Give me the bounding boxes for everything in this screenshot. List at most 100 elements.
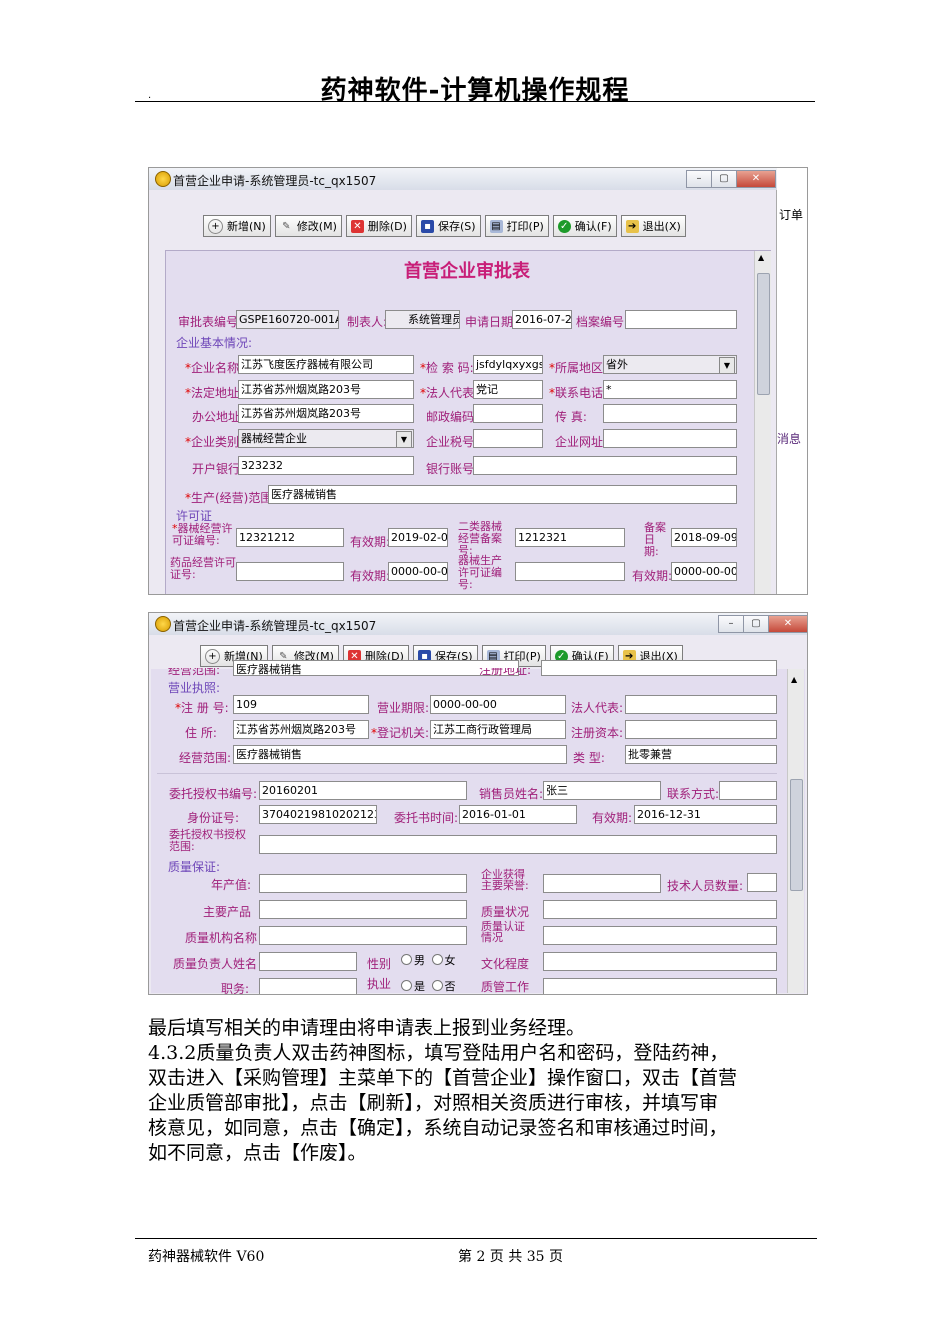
drug-license-field[interactable] [236, 562, 344, 581]
scroll-up-arrow-icon[interactable]: ▲ [791, 675, 797, 684]
radio-male[interactable] [401, 954, 412, 965]
biz-term-field[interactable]: 0000-00-00 [430, 695, 566, 714]
maximize-button[interactable]: ▢ [743, 615, 769, 633]
main-products-label: 主要产品 [203, 905, 252, 919]
education-field[interactable] [543, 952, 777, 971]
delete-button[interactable]: ✕ 删除(D) [345, 215, 412, 237]
region-select[interactable]: 省外 ▼ [603, 355, 737, 374]
section-basic-info: 企业基本情况: [176, 336, 253, 350]
website-field[interactable] [603, 429, 737, 448]
maximize-button[interactable]: ▢ [711, 170, 737, 188]
bank-account-field[interactable] [473, 456, 737, 475]
auth-book-no-field[interactable]: 20160201 [259, 781, 467, 800]
legal-address-field[interactable]: 江苏省苏州烟岚路203号 [238, 380, 414, 399]
production-valid-field[interactable]: 0000-00-00 [671, 562, 737, 581]
edit-button[interactable]: ✎ 修改(M) [274, 215, 342, 237]
quality-work-field[interactable] [543, 978, 777, 994]
zip-field[interactable] [473, 404, 543, 423]
license-valid-label: 有效期: [350, 535, 391, 549]
company-name-field[interactable]: 江苏飞度医疗器械有限公司 [238, 355, 414, 374]
reg-capital-field[interactable] [625, 720, 777, 739]
tech-count-field[interactable] [747, 873, 777, 892]
quality-org-field[interactable] [259, 926, 467, 945]
website-label: 企业网址: [555, 435, 608, 449]
auth-scope-label: 委托授权书授权范围: [169, 828, 246, 853]
radio-no[interactable] [431, 980, 443, 991]
clipped-reg-address-field[interactable] [541, 660, 777, 676]
license-valid-field[interactable]: 2019-02-06 [388, 528, 448, 547]
phone-field[interactable]: * [603, 380, 737, 399]
scroll-up-arrow-icon[interactable]: ▲ [758, 253, 764, 262]
radio-female[interactable] [431, 954, 443, 965]
gender-label: 性别 [367, 957, 392, 971]
vertical-scrollbar[interactable]: ▲ [754, 251, 771, 594]
main-products-field[interactable] [259, 900, 467, 919]
close-button[interactable]: ✕ [736, 170, 776, 188]
residence-label: 住 所: [185, 726, 217, 740]
clipped-scope-field[interactable]: 医疗器械销售 [233, 660, 519, 676]
reg-authority-label: 登记机关: [371, 724, 429, 741]
bank-label: 开户银行: [192, 462, 245, 476]
minimize-button[interactable]: – [686, 170, 712, 188]
biz-type-field[interactable]: 批零兼营 [625, 745, 777, 764]
company-type-select[interactable]: 器械经营企业 ▼ [238, 429, 414, 448]
archive-no-field[interactable] [625, 310, 737, 329]
new-button[interactable]: + 新增(N) [203, 215, 271, 237]
id-no-field[interactable]: 370402198102021234 [259, 805, 377, 824]
quality-person-field[interactable] [259, 952, 357, 971]
reg-authority-field[interactable]: 江苏工商行政管理局 [430, 720, 566, 739]
vertical-scrollbar[interactable]: ▲ [787, 669, 804, 993]
minimize-button[interactable]: – [718, 615, 744, 633]
quality-org-label: 质量机构名称 [185, 931, 258, 945]
biz-scope-field[interactable]: 医疗器械销售 [233, 745, 567, 764]
radio-yes[interactable] [401, 980, 412, 991]
salesperson-field[interactable]: 张三 [543, 781, 661, 800]
office-address-field[interactable]: 江苏省苏州烟岚路203号 [238, 404, 414, 423]
production-license-field[interactable] [515, 562, 625, 581]
hand-edit-icon: ✎ [282, 220, 291, 232]
legal-rep-field[interactable]: 党记 [473, 380, 543, 399]
chevron-down-icon[interactable]: ▼ [396, 431, 412, 447]
approval-no-field[interactable]: GSPE160720-001A [236, 310, 339, 329]
device-license-field[interactable]: 12321212 [236, 528, 344, 547]
bank-field[interactable]: 323232 [238, 456, 414, 475]
record-date-field[interactable]: 2018-09-09 [671, 528, 737, 547]
quality-status-field[interactable] [543, 900, 777, 919]
save-button[interactable]: ▪ 保存(S) [415, 215, 481, 237]
legal-address-label: 法定地址: [185, 384, 243, 401]
auth-scope-field[interactable] [259, 835, 777, 854]
apply-date-field[interactable]: 2016-07-20 [512, 310, 572, 329]
confirm-button[interactable]: ✓ 确认(F) [552, 215, 617, 237]
window-titlebar: 首营企业申请-系统管理员-tc_qx1507 – ▢ ✕ [149, 168, 777, 190]
tax-no-field[interactable] [473, 429, 543, 448]
reg-no-field[interactable]: 109 [233, 695, 369, 714]
fax-field[interactable] [603, 404, 737, 423]
exit-button[interactable]: ➔ 退出(X) [620, 215, 686, 237]
auth-book-no-label: 委托授权书编号: [169, 787, 258, 801]
honors-field[interactable] [543, 874, 661, 893]
auth-valid-field[interactable]: 2016-12-31 [634, 805, 777, 824]
practice-label: 执业 [367, 977, 392, 991]
search-code-field[interactable]: jsfdylqxyxgs [473, 355, 543, 374]
contact-field[interactable] [719, 781, 777, 800]
close-button[interactable]: ✕ [768, 615, 807, 633]
honors-label: 企业获得主要荣誉: [481, 868, 529, 892]
quality-cert-field[interactable] [543, 926, 777, 945]
residence-field[interactable]: 江苏省苏州烟岚路203号 [233, 720, 369, 739]
auth-time-field[interactable]: 2016-01-01 [459, 805, 577, 824]
scroll-thumb[interactable] [757, 273, 770, 395]
scroll-thumb[interactable] [790, 779, 803, 891]
annual-output-field[interactable] [259, 874, 467, 893]
print-button[interactable]: ▤ 打印(P) [484, 215, 549, 237]
maker-field[interactable]: 系统管理员 [385, 310, 460, 329]
legal-rep-field[interactable] [625, 695, 777, 714]
side-text-message: 消息 [777, 432, 802, 446]
drug-valid-field[interactable]: 0000-00-00 [388, 562, 448, 581]
biz-scope-label: 经营范围: [179, 751, 232, 765]
form-panel: ▲ 首营企业审批表 审批表编号: GSPE160720-001A 制表人: 系统… [165, 250, 771, 594]
chevron-down-icon[interactable]: ▼ [719, 357, 735, 373]
class2-record-field[interactable]: 1212321 [515, 528, 625, 547]
reg-capital-label: 注册资本: [571, 726, 624, 740]
business-scope-field[interactable]: 医疗器械销售 [268, 485, 737, 504]
position-field[interactable] [259, 978, 357, 994]
